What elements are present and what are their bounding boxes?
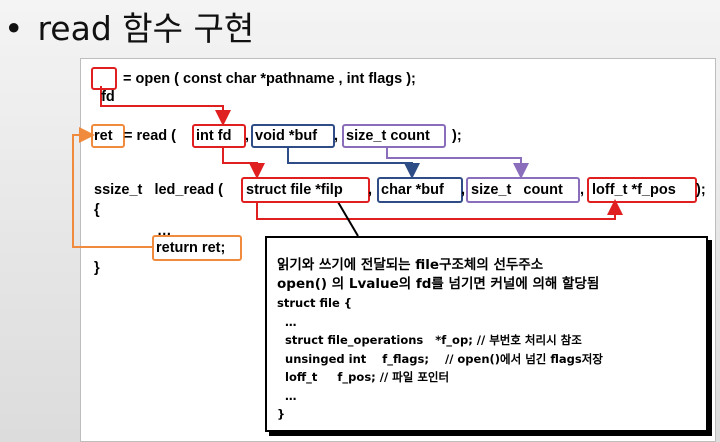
size-t-count-2-highlight [466, 177, 580, 203]
note-line-8: … [277, 388, 297, 403]
arrow-buf-to-charbuf [287, 146, 420, 179]
fd-highlight [91, 67, 117, 90]
fd-token: fd [101, 89, 115, 105]
led-read-close: ); [696, 182, 706, 198]
led-read-decl: ssize_t led_read ( [94, 182, 223, 198]
struct-file-highlight [241, 177, 370, 203]
note-line-4: … [277, 314, 297, 329]
read-call: = read ( [124, 128, 176, 144]
note-line-3: struct file { [277, 296, 352, 310]
comma: , [368, 182, 373, 198]
loff-t-highlight [587, 177, 697, 203]
callout-note: 읽기와 쓰기에 전달되는 file구조체의 선두주소 open() 의 Lval… [265, 236, 708, 432]
note-line-7: loff_t f_pos; // 파일 포인터 [277, 370, 450, 384]
note-line-9: } [277, 407, 286, 421]
note-line-5: struct file_operations *f_op; // 부번호 처리시… [277, 333, 582, 347]
size-t-count-highlight [342, 124, 446, 148]
note-line-2: open() 의 Lvalue의 fd를 넘기면 커널에 의해 할당됨 [277, 276, 600, 292]
comma: , [245, 128, 250, 144]
ret-highlight [91, 124, 125, 148]
comma: , [461, 182, 466, 198]
open-brace: { [94, 202, 100, 218]
arrow-intfd-to-filp [222, 146, 265, 179]
close-brace: } [94, 260, 100, 276]
read-close: ); [452, 128, 462, 144]
arrow-count-to-count [386, 146, 529, 179]
note-line-6: unsinged int f_flags; // open()에서 넘긴 fla… [277, 351, 603, 366]
char-buf-highlight [377, 177, 463, 203]
open-call: = open ( const char *pathname , int flag… [123, 71, 416, 87]
int-fd-highlight [192, 124, 246, 148]
void-buf-highlight [251, 124, 335, 148]
return-highlight [152, 235, 242, 261]
comma: , [580, 182, 585, 198]
comma: , [334, 128, 339, 144]
note-line-1: 읽기와 쓰기에 전달되는 file구조체의 선두주소 [277, 257, 544, 273]
arrow-fd-to-intfd [100, 86, 231, 126]
arrow-filp-to-foff [256, 199, 623, 220]
